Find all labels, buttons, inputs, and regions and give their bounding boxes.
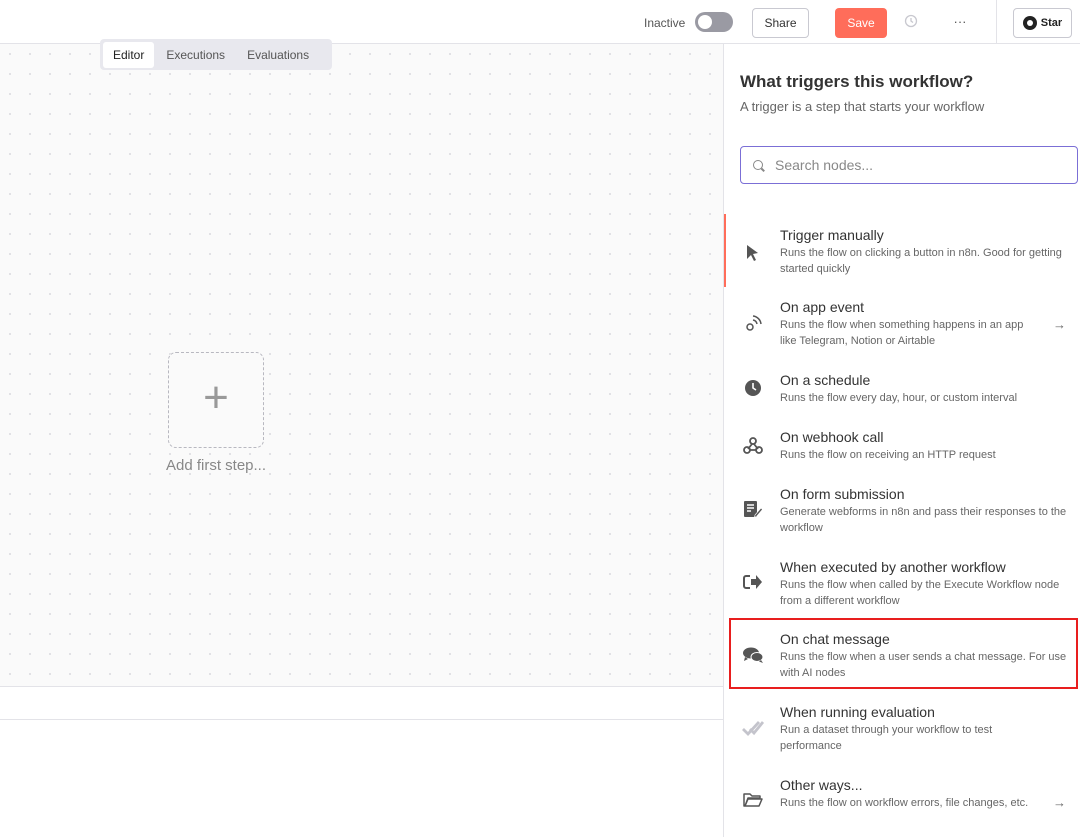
node-description: Runs the flow when something happens in … (780, 319, 1024, 347)
search-input[interactable] (775, 157, 1065, 173)
clock-icon (742, 379, 764, 401)
sign-in-icon (742, 573, 764, 595)
toggle-knob (698, 15, 712, 29)
check-double-icon (742, 719, 765, 741)
node-on-form-submission[interactable]: On form submission Generate webforms in … (724, 483, 1080, 543)
tab-executions[interactable]: Executions (156, 42, 235, 68)
form-icon (742, 500, 764, 522)
node-running-evaluation[interactable]: When running evaluation Run a dataset th… (724, 702, 1080, 762)
node-name: Other ways... (780, 777, 863, 793)
tab-evaluations[interactable]: Evaluations (237, 42, 319, 68)
node-description: Runs the flow on workflow errors, file c… (780, 797, 1029, 809)
search-icon (753, 160, 763, 170)
add-first-step-label: Add first step... (165, 457, 267, 474)
workflow-canvas[interactable]: + Add first step... (0, 44, 723, 686)
node-trigger-manually[interactable]: Trigger manually Runs the flow on clicki… (724, 222, 1080, 294)
save-button[interactable]: Save (835, 8, 887, 38)
webhook-icon (742, 436, 764, 458)
node-name: When running evaluation (780, 704, 935, 720)
share-button[interactable]: Share (752, 8, 809, 38)
top-bar: Inactive Share Save ··· Star (0, 0, 1080, 44)
github-icon (1022, 16, 1037, 30)
add-first-step-button[interactable]: + (168, 352, 264, 448)
arrow-right-icon: → (1053, 317, 1066, 332)
node-creator-panel: What triggers this workflow? A trigger i… (723, 44, 1080, 837)
highlight-box (729, 618, 1078, 689)
more-options-icon[interactable]: ··· (950, 14, 970, 32)
node-other-ways[interactable]: Other ways... Runs the flow on workflow … (724, 775, 1080, 835)
bottom-panel (0, 686, 723, 837)
node-name: Trigger manually (780, 227, 884, 243)
node-name: On app event (780, 299, 865, 315)
node-description: Run a dataset through your workflow to t… (780, 724, 993, 752)
arrow-right-icon: → (1053, 795, 1066, 810)
node-name: On a schedule (780, 372, 871, 388)
node-name: On form submission (780, 486, 905, 502)
view-tabs: Editor Executions Evaluations (100, 39, 332, 70)
active-status-label: Inactive (644, 16, 686, 30)
panel-subtitle: A trigger is a step that starts your wor… (740, 99, 985, 114)
node-description: Runs the flow on receiving an HTTP reque… (780, 449, 996, 461)
satellite-icon (742, 315, 764, 337)
node-executed-by-workflow[interactable]: When executed by another workflow Runs t… (724, 556, 1080, 616)
cursor-icon (742, 244, 764, 266)
star-label: Star (1040, 17, 1063, 29)
node-on-app-event[interactable]: On app event Runs the flow when somethin… (724, 296, 1080, 356)
active-toggle[interactable] (695, 12, 733, 32)
node-description: Runs the flow every day, hour, or custom… (780, 392, 1018, 404)
node-description: Runs the flow when called by the Execute… (780, 579, 1060, 607)
node-name: When executed by another workflow (780, 559, 1006, 575)
node-description: Generate webforms in n8n and pass their … (780, 506, 1067, 534)
node-description: Runs the flow on clicking a button in n8… (780, 247, 1062, 275)
folder-icon (742, 792, 764, 814)
bottom-divider (0, 719, 723, 720)
panel-title: What triggers this workflow? (740, 72, 974, 91)
history-icon[interactable] (902, 14, 920, 32)
node-on-webhook[interactable]: On webhook call Runs the flow on receivi… (724, 426, 1080, 470)
github-star-button[interactable]: Star (1013, 8, 1072, 38)
tab-editor[interactable]: Editor (103, 41, 155, 68)
topbar-divider (996, 0, 997, 44)
node-name: On webhook call (780, 429, 884, 445)
search-box[interactable] (740, 146, 1078, 184)
node-on-schedule[interactable]: On a schedule Runs the flow every day, h… (724, 369, 1080, 413)
